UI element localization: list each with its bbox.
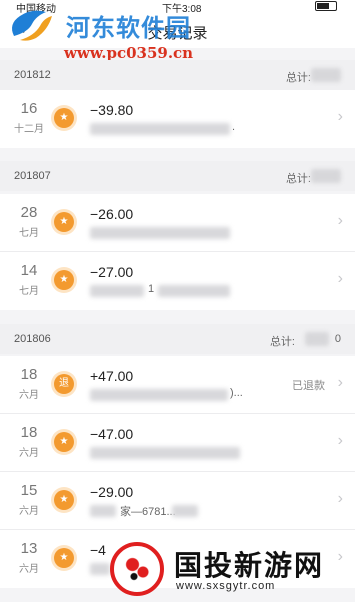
section-header-201806: 201806 总计: 0 (0, 324, 355, 354)
section-total-tail: 0 (334, 333, 341, 345)
chevron-right-icon: › (337, 374, 343, 391)
row-desc-redacted (90, 447, 240, 459)
transaction-row[interactable]: 16 十二月 ★ −39.80 . › (0, 90, 355, 148)
star-icon: ★ (54, 270, 74, 290)
chevron-right-icon: › (337, 212, 343, 229)
transaction-row[interactable]: 18 六月 退 +47.00 )... 已退款 › (0, 356, 355, 414)
watermark-title: 河东软件园 (66, 13, 191, 42)
row-month: 六月 (19, 448, 39, 459)
row-desc-redacted (172, 505, 198, 517)
row-amount: +47.00 (90, 368, 134, 384)
row-desc-redacted (158, 285, 230, 297)
section-month: 201806 (14, 333, 51, 345)
star-icon: ★ (54, 490, 74, 510)
row-month: 七月 (19, 286, 39, 297)
section-total-label: 总计: (285, 173, 311, 185)
watermark-site: www.sxsgytr.com (176, 580, 276, 592)
screen: 中国移动 下午3:08 ✕ 交易记录 河东软件园 www.pc0359.cn 2… (0, 0, 355, 602)
row-amount: −29.00 (90, 484, 134, 500)
chevron-right-icon: › (337, 108, 343, 125)
row-desc-tail: . (232, 121, 236, 133)
watermark-logo-icon (12, 10, 52, 41)
watermark-brand: 国投新游网 (174, 550, 325, 581)
section-total-redacted (311, 68, 341, 82)
row-month: 六月 (19, 564, 39, 575)
row-month: 七月 (19, 228, 39, 239)
chevron-right-icon: › (337, 432, 343, 449)
row-desc-redacted (90, 285, 144, 297)
row-month: 六月 (19, 506, 39, 517)
transaction-row[interactable]: 18 六月 ★ −47.00 › (0, 414, 355, 472)
row-desc-redacted (90, 389, 228, 401)
row-amount: −26.00 (90, 206, 134, 222)
row-desc-redacted (90, 123, 230, 135)
section-total-redacted (311, 169, 341, 183)
section-total-redacted (305, 332, 329, 346)
section-month: 201812 (14, 69, 51, 81)
section-header-201807: 201807 总计: (0, 161, 355, 191)
row-day: 28 (20, 204, 38, 221)
row-desc-tail: 家—6781... (120, 506, 176, 518)
star-icon: ★ (54, 432, 74, 452)
refund-icon: 退 (54, 374, 74, 394)
watermark-ball-icon (110, 542, 164, 596)
row-day: 18 (20, 366, 38, 383)
row-desc-tail: )... (230, 387, 243, 399)
row-amount: −47.00 (90, 426, 134, 442)
row-amount: −27.00 (90, 264, 134, 280)
row-month: 十二月 (14, 124, 44, 135)
transaction-row[interactable]: 15 六月 ★ −29.00 家—6781... › (0, 472, 355, 530)
star-icon: ★ (54, 108, 74, 128)
row-month: 六月 (19, 390, 39, 401)
star-icon: ★ (54, 548, 74, 568)
row-day: 16 (20, 100, 38, 117)
section-total-label: 总计: (269, 336, 295, 348)
section-month: 201807 (14, 170, 51, 182)
chevron-right-icon: › (337, 490, 343, 507)
row-day: 13 (20, 540, 38, 557)
row-desc-redacted (90, 227, 230, 239)
row-day: 14 (20, 262, 38, 279)
refund-status: 已退款 (292, 380, 325, 392)
row-desc-redacted (90, 505, 116, 517)
row-amount: −39.80 (90, 102, 134, 118)
transaction-row[interactable]: 28 七月 ★ −26.00 › (0, 194, 355, 252)
section-header-201812: 201812 总计: (0, 60, 355, 90)
transaction-row[interactable]: 14 七月 ★ −27.00 1 › (0, 252, 355, 310)
battery-icon (315, 1, 337, 11)
star-icon: ★ (54, 212, 74, 232)
chevron-right-icon: › (337, 270, 343, 287)
row-day: 18 (20, 424, 38, 441)
watermark-bottom: 国投新游网 www.sxsgytr.com (104, 538, 354, 602)
section-total-label: 总计: (285, 72, 311, 84)
row-desc-tail: 1 (148, 283, 155, 295)
row-day: 15 (20, 482, 38, 499)
